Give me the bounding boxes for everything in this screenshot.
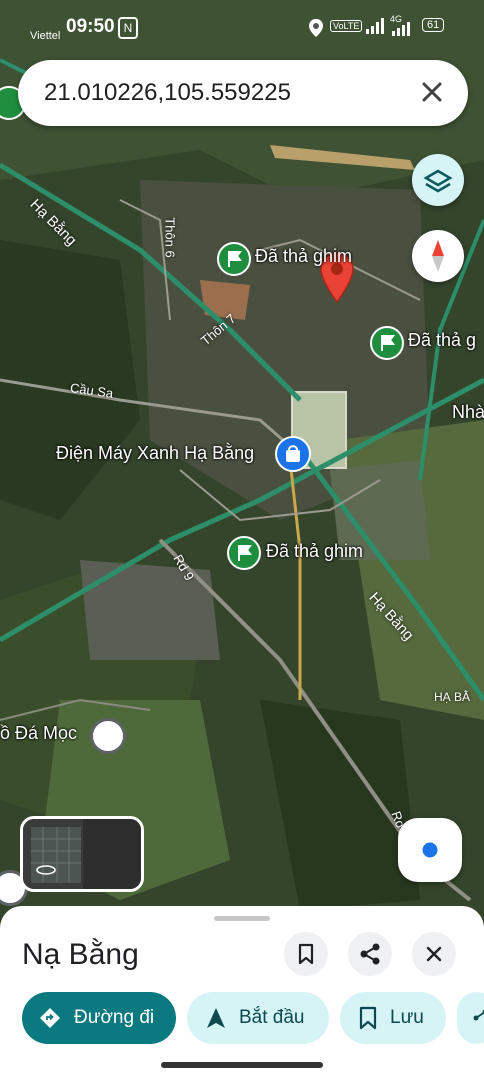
place-title: Nạ Bằng: [22, 938, 139, 971]
bookmark-icon: [298, 943, 314, 965]
sheet-handle[interactable]: [214, 916, 270, 921]
share-button[interactable]: [348, 932, 392, 976]
start-label: Bắt đầu: [239, 1007, 305, 1028]
share-icon: [473, 1009, 484, 1021]
volte-icon: VoLTE: [330, 20, 363, 32]
directions-button[interactable]: Đường đi: [22, 992, 176, 1044]
directions-label: Đường đi: [74, 1007, 155, 1028]
search-bar[interactable]: 21.010226,105.559225: [18, 60, 468, 126]
area-label: HẠ BẰ: [434, 690, 471, 704]
compass-button[interactable]: [412, 230, 464, 282]
pin-label-top[interactable]: Đã thả ghim: [255, 246, 352, 267]
directions-icon: [40, 1008, 60, 1028]
360-icon: [36, 865, 56, 875]
battery-icon: 61: [422, 18, 445, 32]
flag-pin-icon[interactable]: [227, 536, 261, 570]
status-bar: Viettel 09:50 N VoLTE 4G 61: [0, 0, 484, 56]
clock: 09:50: [66, 16, 115, 37]
nfc-icon: N: [118, 17, 138, 39]
pin-label-right[interactable]: Đã thả g: [408, 330, 476, 351]
close-sheet-button[interactable]: [412, 932, 456, 976]
navigation-arrow-icon: [207, 1008, 225, 1028]
signal-icon: [366, 18, 384, 34]
more-actions-chip[interactable]: [457, 992, 484, 1044]
location-status-icon: [309, 19, 323, 37]
layers-icon: [423, 169, 453, 193]
close-icon: [426, 946, 442, 962]
pin-label-bottom[interactable]: Đã thả ghim: [266, 541, 363, 562]
flag-pin-icon[interactable]: [217, 242, 251, 276]
search-query[interactable]: 21.010226,105.559225: [44, 79, 291, 107]
store-label[interactable]: Điện Máy Xanh Hạ Bằng: [56, 443, 254, 464]
layers-button[interactable]: [412, 154, 464, 206]
street-view-thumbnail[interactable]: [20, 816, 144, 892]
place-sheet[interactable]: Nạ Bằng Đường đi Bắt đầu Lưu: [0, 906, 484, 1080]
gesture-bar[interactable]: [161, 1062, 323, 1068]
place-label[interactable]: ồ Đá Mọc: [0, 723, 77, 744]
bookmark-button[interactable]: [284, 932, 328, 976]
shopping-bag-icon[interactable]: [275, 436, 311, 472]
my-location-button[interactable]: [398, 818, 462, 882]
place-marker-icon[interactable]: [90, 718, 126, 754]
flag-pin-icon[interactable]: [370, 326, 404, 360]
compass-icon: [432, 240, 444, 272]
edge-label: Nhà: [452, 402, 484, 422]
signal-icon-2: [392, 22, 410, 36]
save-button[interactable]: Lưu: [340, 992, 446, 1044]
share-icon: [360, 943, 380, 965]
start-button[interactable]: Bắt đầu: [187, 992, 329, 1044]
road-label: Thôn 6: [162, 217, 178, 258]
close-icon[interactable]: [414, 74, 450, 110]
save-label: Lưu: [390, 1007, 424, 1028]
carrier-label: Viettel: [30, 30, 61, 42]
bookmark-icon: [359, 1006, 377, 1030]
location-dot-icon: [419, 839, 441, 861]
